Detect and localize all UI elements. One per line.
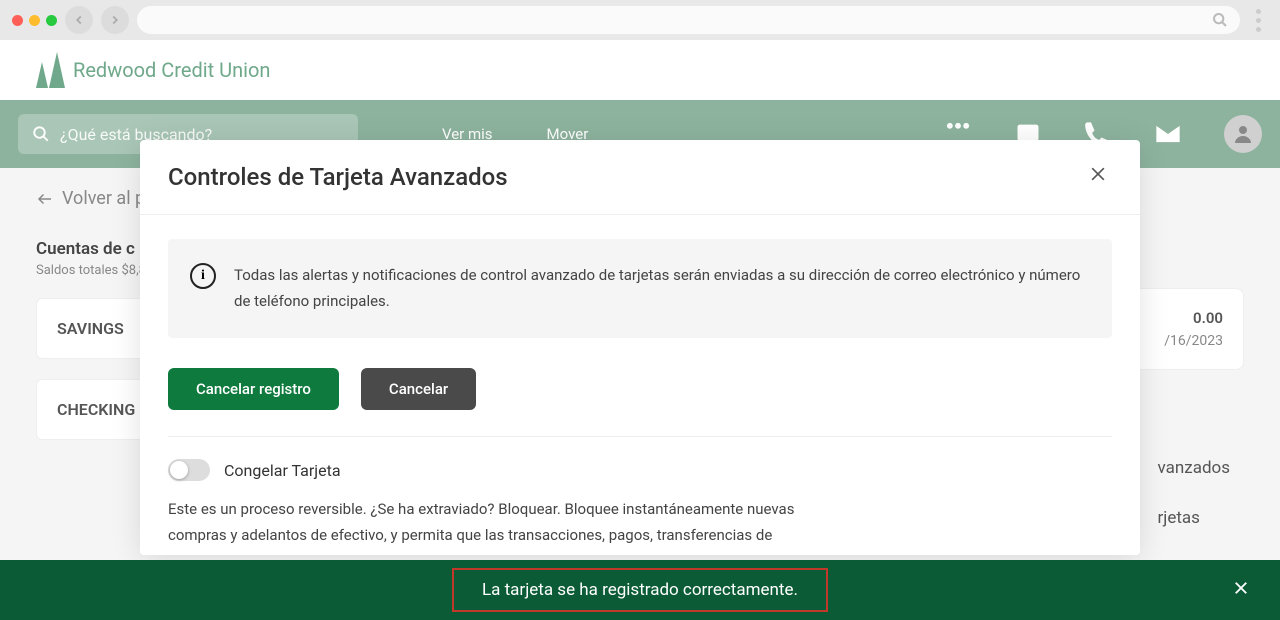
modal-title: Controles de Tarjeta Avanzados [168, 163, 508, 191]
logo-mark-icon [36, 52, 65, 88]
arrow-left-icon [36, 190, 54, 208]
browser-toolbar [0, 0, 1280, 40]
toast-message: La tarjeta se ha registrado correctament… [452, 568, 828, 612]
balance-label: Saldos totales [36, 263, 121, 278]
success-toast: La tarjeta se ha registrado correctament… [0, 560, 1280, 620]
link-tarjetas[interactable]: rjetas [1158, 508, 1230, 528]
toast-close-icon[interactable] [1232, 578, 1250, 603]
site-header: Redwood Credit Union [0, 40, 1280, 100]
info-icon: i [190, 263, 216, 289]
link-avanzados[interactable]: vanzados [1158, 458, 1230, 478]
logo[interactable]: Redwood Credit Union [36, 52, 270, 88]
window-controls[interactable] [12, 15, 57, 26]
freeze-card-row: Congelar Tarjeta [168, 459, 1112, 481]
cancel-registration-button[interactable]: Cancelar registro [168, 368, 339, 410]
modal-body: i Todas las alertas y notificaciones de … [140, 215, 1140, 555]
forward-arrow-icon[interactable] [101, 6, 129, 34]
person-icon [1231, 122, 1255, 146]
url-bar[interactable] [137, 6, 1240, 34]
mail-icon[interactable] [1154, 120, 1182, 148]
back-arrow-icon[interactable] [65, 6, 93, 34]
freeze-card-label: Congelar Tarjeta [224, 461, 341, 480]
info-box: i Todas las alertas y notificaciones de … [168, 239, 1112, 338]
avatar[interactable] [1224, 115, 1262, 153]
freeze-card-toggle[interactable] [168, 459, 210, 481]
advanced-card-controls-modal: Controles de Tarjeta Avanzados i Todas l… [140, 140, 1140, 555]
back-link-label: Volver al p [62, 188, 145, 209]
search-icon [32, 125, 50, 143]
freeze-card-description: Este es un proceso reversible. ¿Se ha ex… [168, 497, 808, 548]
browser-menu-icon[interactable] [1248, 9, 1268, 32]
cancel-button[interactable]: Cancelar [361, 368, 476, 410]
logo-text: Redwood Credit Union [73, 58, 270, 82]
modal-header: Controles de Tarjeta Avanzados [140, 140, 1140, 215]
modal-actions: Cancelar registro Cancelar [168, 368, 1112, 437]
search-icon [1212, 12, 1228, 28]
info-text: Todas las alertas y notificaciones de co… [234, 263, 1090, 314]
side-links: vanzados rjetas [1158, 458, 1230, 558]
close-icon[interactable] [1084, 160, 1112, 194]
